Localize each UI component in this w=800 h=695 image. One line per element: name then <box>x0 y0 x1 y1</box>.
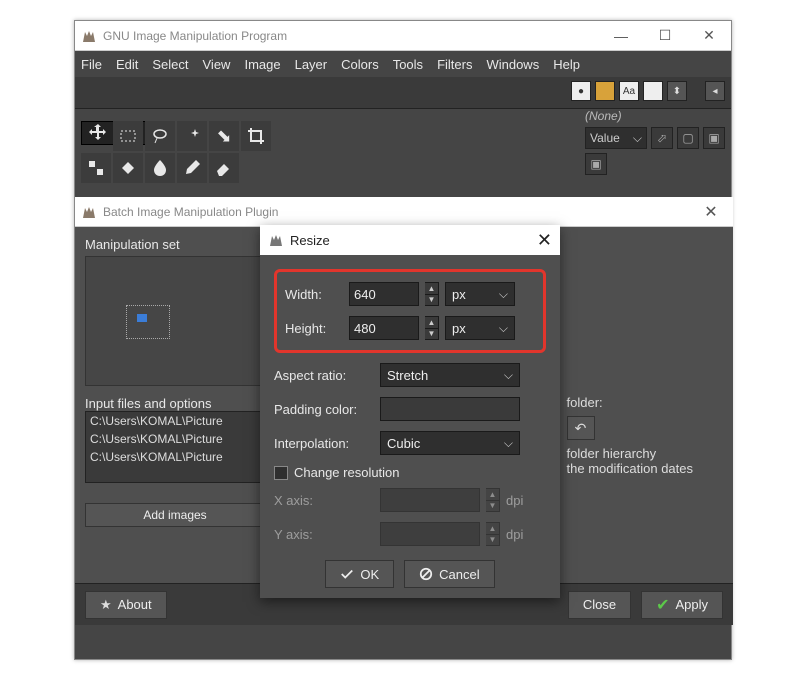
close-main-button[interactable]: ✕ <box>687 21 731 51</box>
apply-button[interactable]: ✔Apply <box>641 591 723 619</box>
path-tool[interactable]: ⬊ <box>209 121 239 151</box>
x-axis-spinner: ▲▼ <box>486 488 500 512</box>
dpi-y: dpi <box>506 527 523 542</box>
padding-label: Padding color: <box>274 402 374 417</box>
width-unit-select[interactable]: px⌵ <box>445 282 515 306</box>
file-row[interactable]: C:\Users\KOMAL\Picture <box>86 412 264 430</box>
x-axis-input <box>380 488 480 512</box>
manip-step-icon <box>126 305 170 339</box>
width-input[interactable]: 640 <box>349 282 419 306</box>
wand-tool[interactable] <box>177 121 207 151</box>
add-images-button[interactable]: Add images <box>85 503 265 527</box>
folder-label: folder: <box>567 395 603 410</box>
resize-titlebar: Resize ✕ <box>260 225 560 255</box>
change-res-label: Change resolution <box>294 465 400 480</box>
main-titlebar: GNU Image Manipulation Program — ☐ ✕ <box>75 21 731 51</box>
interp-label: Interpolation: <box>274 436 374 451</box>
menu-help[interactable]: Help <box>553 57 580 72</box>
aspect-label: Aspect ratio: <box>274 368 374 383</box>
height-spinner[interactable]: ▲▼ <box>425 316 439 340</box>
padding-color-swatch[interactable] <box>380 397 520 421</box>
resize-dialog: Resize ✕ Width: 640 ▲▼ px⌵ Height: 480 ▲… <box>260 225 560 598</box>
menu-view[interactable]: View <box>203 57 231 72</box>
y-axis-label: Y axis: <box>274 527 374 542</box>
menu-filters[interactable]: Filters <box>437 57 472 72</box>
ok-button[interactable]: OK <box>325 560 394 588</box>
image-icon[interactable]: ▣ <box>703 127 725 149</box>
palette-icon-2[interactable] <box>595 81 615 101</box>
file-row[interactable]: C:\Users\KOMAL\Picture <box>86 430 264 448</box>
manip-set-box[interactable] <box>85 256 265 386</box>
height-label: Height: <box>285 321 343 336</box>
main-title: GNU Image Manipulation Program <box>103 29 599 43</box>
y-axis-spinner: ▲▼ <box>486 522 500 546</box>
plugin-title: Batch Image Manipulation Plugin <box>103 205 689 219</box>
app-icon <box>81 28 97 44</box>
menu-edit[interactable]: Edit <box>116 57 138 72</box>
lasso-tool[interactable] <box>145 121 175 151</box>
menu-file[interactable]: File <box>81 57 102 72</box>
y-axis-input <box>380 522 480 546</box>
height-input[interactable]: 480 <box>349 316 419 340</box>
width-spinner[interactable]: ▲▼ <box>425 282 439 306</box>
plugin-titlebar: Batch Image Manipulation Plugin ✕ <box>75 197 733 227</box>
menu-image[interactable]: Image <box>244 57 280 72</box>
menu-colors[interactable]: Colors <box>341 57 379 72</box>
aspect-select[interactable]: Stretch⌵ <box>380 363 520 387</box>
bucket-tool[interactable] <box>113 153 143 183</box>
text-icon[interactable]: Aa <box>619 81 639 101</box>
close-button[interactable]: Close <box>568 591 631 619</box>
change-res-checkbox[interactable] <box>274 466 288 480</box>
width-label: Width: <box>285 287 343 302</box>
transform-tool[interactable] <box>81 153 111 183</box>
file-row[interactable]: C:\Users\KOMAL\Picture <box>86 448 264 466</box>
value-dropdown[interactable]: Value⌵ <box>585 127 647 149</box>
image-none-label: (None) <box>585 109 725 123</box>
folder-hierarchy-text: folder hierarchy <box>567 446 693 461</box>
dimensions-highlight: Width: 640 ▲▼ px⌵ Height: 480 ▲▼ px⌵ <box>274 269 546 353</box>
eraser-tool[interactable] <box>209 153 239 183</box>
plugin-icon <box>81 204 97 220</box>
resize-close-button[interactable]: ✕ <box>537 230 552 251</box>
menu-windows[interactable]: Windows <box>486 57 539 72</box>
menu-tools[interactable]: Tools <box>393 57 423 72</box>
histogram-icon[interactable]: ⬍ <box>667 81 687 101</box>
rect-select-tool[interactable] <box>113 121 143 151</box>
resize-title: Resize <box>290 233 330 248</box>
interp-select[interactable]: Cubic⌵ <box>380 431 520 455</box>
crop-tool[interactable] <box>241 121 271 151</box>
dpi-x: dpi <box>506 493 523 508</box>
arrow-icon[interactable]: ◂ <box>705 81 725 101</box>
x-axis-label: X axis: <box>274 493 374 508</box>
resize-icon <box>268 232 284 248</box>
layer-icon[interactable]: ▢ <box>677 127 699 149</box>
status-strip: ● Aa ⬍ ◂ <box>75 77 731 109</box>
undo-button[interactable]: ↶ <box>567 416 595 440</box>
external-icon[interactable]: ⬀ <box>651 127 673 149</box>
maximize-button[interactable]: ☐ <box>643 21 687 51</box>
minimize-button[interactable]: — <box>599 21 643 51</box>
gradient-tool[interactable] <box>145 153 175 183</box>
menu-select[interactable]: Select <box>152 57 188 72</box>
folder-dates-text: the modification dates <box>567 461 693 476</box>
extra-icon[interactable]: ▣ <box>585 153 607 175</box>
menubar: File Edit Select View Image Layer Colors… <box>75 51 731 77</box>
palette-icon-1[interactable]: ● <box>571 81 591 101</box>
palette-icon-3[interactable] <box>643 81 663 101</box>
plugin-close-button[interactable]: ✕ <box>689 197 733 227</box>
file-list[interactable]: C:\Users\KOMAL\Picture C:\Users\KOMAL\Pi… <box>85 411 265 483</box>
right-dock: (None) Value⌵ ⬀ ▢ ▣ ▣ <box>585 109 725 175</box>
cancel-button[interactable]: Cancel <box>404 560 494 588</box>
height-unit-select[interactable]: px⌵ <box>445 316 515 340</box>
about-button[interactable]: ★About <box>85 591 167 619</box>
menu-layer[interactable]: Layer <box>295 57 328 72</box>
brush-tool[interactable] <box>177 153 207 183</box>
toolbox: ⬊ <box>81 121 271 183</box>
output-folder-area: folder: ↶ folder hierarchy the modificat… <box>567 395 693 476</box>
